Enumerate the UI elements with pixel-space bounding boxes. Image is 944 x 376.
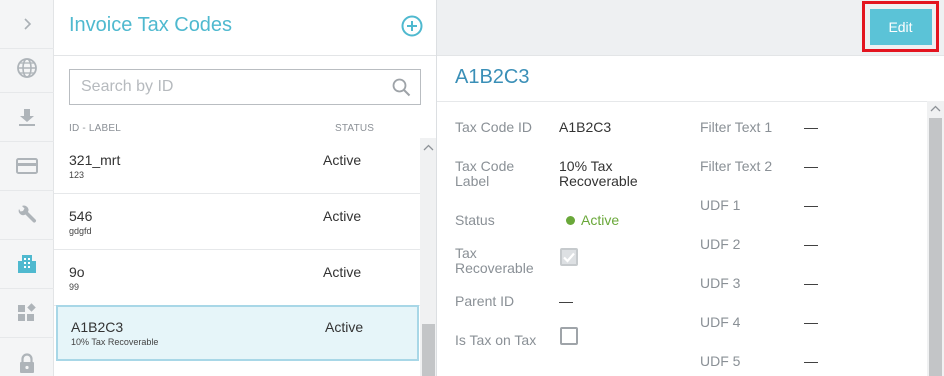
credit-card-icon	[16, 158, 38, 174]
rail-item-tools[interactable]	[0, 191, 54, 240]
search-input[interactable]	[70, 70, 380, 104]
item-label: gdgfd	[69, 226, 92, 236]
item-id: A1B2C3	[71, 319, 124, 335]
item-status: Active	[323, 264, 362, 280]
label-line: Tax Code	[455, 158, 515, 174]
rail-item-globe[interactable]	[0, 44, 54, 93]
list-item[interactable]: 9o 99 Active	[54, 250, 420, 306]
icon-rail	[0, 0, 54, 376]
column-header-status: STATUS	[335, 123, 375, 134]
item-id: 546	[69, 208, 93, 224]
scrollbar-thumb[interactable]	[422, 324, 435, 376]
field-label-is-tax-on-tax: Is Tax on Tax	[455, 332, 537, 348]
field-label-udf-2: UDF 2	[700, 236, 741, 252]
scroll-up-icon[interactable]	[423, 144, 434, 151]
record-title: A1B2C3	[455, 66, 530, 88]
item-label: 10% Tax Recoverable	[71, 337, 159, 347]
widgets-icon	[18, 303, 36, 321]
item-status: Active	[325, 319, 364, 335]
field-value-udf-5: —	[804, 353, 818, 369]
label-line: Recoverable	[455, 260, 534, 276]
chevron-right-icon	[24, 18, 32, 30]
edit-button[interactable]: Edit	[869, 8, 932, 45]
label-line: Tax	[455, 245, 477, 261]
detail-toolbar: Edit	[437, 0, 944, 56]
edit-highlight: Edit	[862, 1, 939, 52]
download-icon	[19, 109, 35, 126]
tax-recoverable-checkbox	[560, 248, 578, 266]
detail-scrollbar[interactable]	[927, 101, 944, 376]
list-item-selected[interactable]: A1B2C3 10% Tax Recoverable Active	[56, 305, 419, 361]
field-value-udf-2: —	[804, 236, 818, 252]
add-icon[interactable]	[401, 15, 423, 37]
list-scrollbar[interactable]	[420, 138, 436, 376]
field-label-udf-5: UDF 5	[700, 353, 741, 369]
scrollbar-thumb[interactable]	[929, 118, 942, 376]
field-label-udf-3: UDF 3	[700, 275, 741, 291]
item-label: 99	[69, 282, 80, 292]
item-label: 123	[69, 170, 85, 180]
field-value-tax-code-id: A1B2C3	[559, 119, 612, 135]
status-badge: Active	[566, 213, 619, 228]
field-value-filter-text-2: —	[804, 158, 818, 174]
rail-item-download[interactable]	[0, 93, 54, 142]
field-label-filter-text-2: Filter Text 2	[700, 158, 773, 174]
globe-icon	[17, 58, 37, 78]
field-label-tax-recoverable: Tax Recoverable	[455, 246, 534, 276]
column-header-id-label: ID - LABEL	[69, 123, 122, 134]
building-icon	[18, 255, 36, 273]
field-label-parent-id: Parent ID	[455, 293, 515, 309]
field-value-filter-text-1: —	[804, 119, 818, 135]
item-status: Active	[323, 208, 362, 224]
field-value-udf-1: —	[804, 197, 818, 213]
checkmark-icon	[563, 252, 575, 263]
expand-rail-button[interactable]	[0, 0, 54, 49]
lock-icon	[20, 352, 34, 373]
is-tax-on-tax-checkbox	[560, 327, 578, 345]
field-value-udf-3: —	[804, 275, 818, 291]
field-label-udf-4: UDF 4	[700, 314, 741, 330]
list-item[interactable]: 321_mrt 123 Active	[54, 138, 420, 194]
field-label-filter-text-1: Filter Text 1	[700, 119, 773, 135]
status-text: Active	[581, 212, 620, 228]
field-label-status: Status	[455, 212, 495, 228]
item-status: Active	[323, 152, 362, 168]
value-line: Recoverable	[559, 173, 638, 189]
rail-item-company[interactable]	[0, 240, 54, 289]
field-label-udf-1: UDF 1	[700, 197, 741, 213]
rail-item-card[interactable]	[0, 142, 54, 191]
value-line: 10% Tax	[559, 158, 613, 174]
search-icon[interactable]	[392, 78, 411, 97]
status-dot-icon	[566, 216, 575, 225]
wrench-icon	[18, 205, 37, 223]
page-title: Invoice Tax Codes	[69, 14, 233, 36]
field-label-tax-code-id: Tax Code ID	[455, 119, 533, 135]
item-id: 321_mrt	[69, 152, 121, 168]
scroll-up-icon[interactable]	[930, 105, 941, 112]
rail-item-widgets[interactable]	[0, 289, 54, 338]
detail-panel: Edit A1B2C3 Tax Code ID A1B2C3 Tax Code …	[437, 0, 944, 376]
field-label-tax-code-label: Tax Code Label	[455, 159, 514, 189]
list-panel: Invoice Tax Codes ID - LABEL STATUS 321_…	[54, 0, 437, 376]
field-value-parent-id: —	[559, 293, 573, 309]
field-value-tax-code-label: 10% Tax Recoverable	[559, 159, 638, 189]
rail-item-security[interactable]	[0, 338, 54, 376]
list-item[interactable]: 546 gdgfd Active	[54, 194, 420, 250]
field-value-udf-4: —	[804, 314, 818, 330]
search-box	[69, 69, 421, 105]
item-id: 9o	[69, 264, 85, 280]
label-line: Label	[455, 173, 490, 189]
list-header: Invoice Tax Codes	[54, 0, 436, 56]
tax-code-list: 321_mrt 123 Active 546 gdgfd Active 9o 9…	[54, 138, 420, 361]
divider	[437, 101, 927, 102]
